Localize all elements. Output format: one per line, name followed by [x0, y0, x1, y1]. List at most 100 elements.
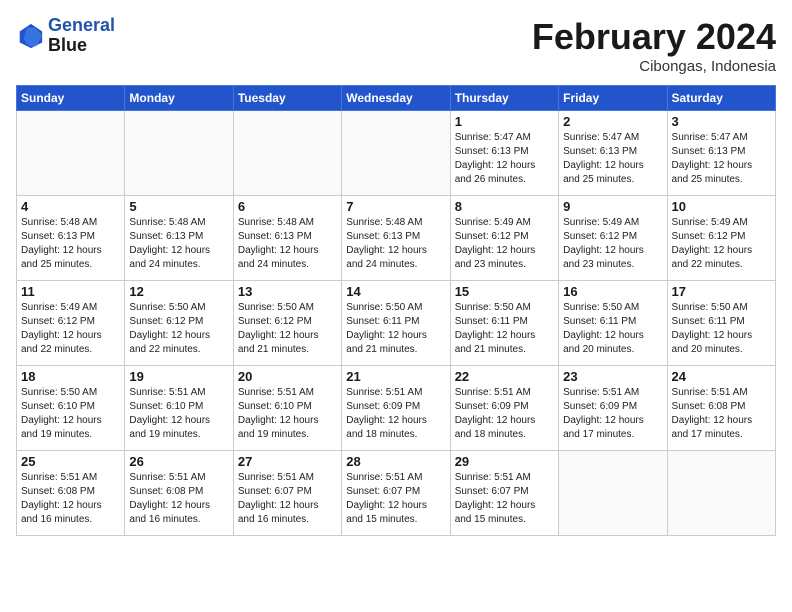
logo-text: General Blue	[48, 16, 115, 56]
location-subtitle: Cibongas, Indonesia	[532, 58, 776, 75]
calendar-cell: 26 Sunrise: 5:51 AM Sunset: 6:08 PM Dayli…	[125, 451, 233, 536]
calendar-cell: 5Sunrise: 5:48 AM Sunset: 6:13 PM Daylig…	[125, 196, 233, 281]
calendar-cell: 15 Sunrise: 5:50 AM Sunset: 6:11 PM Dayli…	[450, 281, 558, 366]
day-number: 28	[346, 454, 445, 469]
day-info: Sunrise: 5:48 AM Sunset: 6:13 PM Dayligh…	[346, 216, 445, 272]
day-number: 4	[21, 199, 120, 214]
day-info: Sunrise: 5:49 AM Sunset: 6:12 PM Dayligh…	[455, 216, 554, 272]
day-number: 5	[129, 199, 228, 214]
calendar-cell: 7 Sunrise: 5:48 AM Sunset: 6:13 PM Daylig…	[342, 196, 450, 281]
day-info: Sunrise: 5:51 AM Sunset: 6:07 PM Dayligh…	[346, 471, 445, 527]
day-info: Sunrise: 5:47 AM Sunset: 6:13 PM Dayligh…	[455, 131, 554, 187]
day-info: Sunrise: 5:51 AM Sunset: 6:09 PM Dayligh…	[455, 386, 554, 442]
day-number: 29	[455, 454, 554, 469]
day-info: Sunrise: 5:50 AM Sunset: 6:11 PM Dayligh…	[346, 301, 445, 357]
day-number: 9	[563, 199, 662, 214]
day-info: Sunrise: 5:51 AM Sunset: 6:07 PM Dayligh…	[455, 471, 554, 527]
calendar-cell: 20 Sunrise: 5:51 AM Sunset: 6:10 PM Dayli…	[233, 366, 341, 451]
calendar-cell: 1Sunrise: 5:47 AM Sunset: 6:13 PM Daylig…	[450, 111, 558, 196]
day-info: Sunrise: 5:48 AM Sunset: 6:13 PM Dayligh…	[21, 216, 120, 272]
calendar-cell: 9 Sunrise: 5:49 AM Sunset: 6:12 PM Daylig…	[559, 196, 667, 281]
day-number: 12	[129, 284, 228, 299]
day-number: 15	[455, 284, 554, 299]
month-year-title: February 2024	[532, 16, 776, 58]
day-info: Sunrise: 5:50 AM Sunset: 6:11 PM Dayligh…	[563, 301, 662, 357]
calendar-cell: 25Sunrise: 5:51 AM Sunset: 6:08 PM Dayli…	[17, 451, 125, 536]
calendar-cell: 2 Sunrise: 5:47 AM Sunset: 6:13 PM Daylig…	[559, 111, 667, 196]
calendar-cell: 22 Sunrise: 5:51 AM Sunset: 6:09 PM Dayli…	[450, 366, 558, 451]
day-info: Sunrise: 5:49 AM Sunset: 6:12 PM Dayligh…	[21, 301, 120, 357]
calendar-cell: 13Sunrise: 5:50 AM Sunset: 6:12 PM Dayli…	[233, 281, 341, 366]
day-number: 26	[129, 454, 228, 469]
day-info: Sunrise: 5:51 AM Sunset: 6:09 PM Dayligh…	[563, 386, 662, 442]
calendar-cell: 23 Sunrise: 5:51 AM Sunset: 6:09 PM Dayli…	[559, 366, 667, 451]
day-info: Sunrise: 5:49 AM Sunset: 6:12 PM Dayligh…	[563, 216, 662, 272]
day-info: Sunrise: 5:51 AM Sunset: 6:08 PM Dayligh…	[672, 386, 771, 442]
day-number: 23	[563, 369, 662, 384]
calendar-cell: 11 Sunrise: 5:49 AM Sunset: 6:12 PM Dayli…	[17, 281, 125, 366]
day-info: Sunrise: 5:48 AM Sunset: 6:13 PM Dayligh…	[238, 216, 337, 272]
day-number: 6	[238, 199, 337, 214]
day-info: Sunrise: 5:50 AM Sunset: 6:11 PM Dayligh…	[455, 301, 554, 357]
day-info: Sunrise: 5:47 AM Sunset: 6:13 PM Dayligh…	[672, 131, 771, 187]
title-area: February 2024 Cibongas, Indonesia	[532, 16, 776, 75]
day-number: 27	[238, 454, 337, 469]
day-info: Sunrise: 5:51 AM Sunset: 6:09 PM Dayligh…	[346, 386, 445, 442]
calendar-week-row: 11 Sunrise: 5:49 AM Sunset: 6:12 PM Dayli…	[17, 281, 776, 366]
calendar-cell: 14 Sunrise: 5:50 AM Sunset: 6:11 PM Dayli…	[342, 281, 450, 366]
day-number: 14	[346, 284, 445, 299]
day-info: Sunrise: 5:47 AM Sunset: 6:13 PM Dayligh…	[563, 131, 662, 187]
weekday-header: Sunday	[17, 86, 125, 111]
weekday-header: Wednesday	[342, 86, 450, 111]
weekday-header: Saturday	[667, 86, 775, 111]
calendar-cell: 19 Sunrise: 5:51 AM Sunset: 6:10 PM Dayli…	[125, 366, 233, 451]
day-number: 22	[455, 369, 554, 384]
calendar-cell: 6 Sunrise: 5:48 AM Sunset: 6:13 PM Daylig…	[233, 196, 341, 281]
weekday-header: Thursday	[450, 86, 558, 111]
calendar-cell: 16 Sunrise: 5:50 AM Sunset: 6:11 PM Dayli…	[559, 281, 667, 366]
day-info: Sunrise: 5:50 AM Sunset: 6:12 PM Dayligh…	[238, 301, 337, 357]
day-number: 21	[346, 369, 445, 384]
calendar-week-row: 25Sunrise: 5:51 AM Sunset: 6:08 PM Dayli…	[17, 451, 776, 536]
day-number: 10	[672, 199, 771, 214]
calendar-week-row: 1Sunrise: 5:47 AM Sunset: 6:13 PM Daylig…	[17, 111, 776, 196]
day-info: Sunrise: 5:51 AM Sunset: 6:08 PM Dayligh…	[129, 471, 228, 527]
calendar-cell	[125, 111, 233, 196]
day-info: Sunrise: 5:50 AM Sunset: 6:12 PM Dayligh…	[129, 301, 228, 357]
day-number: 8	[455, 199, 554, 214]
calendar-header-row: SundayMondayTuesdayWednesdayThursdayFrid…	[17, 86, 776, 111]
calendar-cell: 24 Sunrise: 5:51 AM Sunset: 6:08 PM Dayli…	[667, 366, 775, 451]
weekday-header: Monday	[125, 86, 233, 111]
calendar-week-row: 4 Sunrise: 5:48 AM Sunset: 6:13 PM Daylig…	[17, 196, 776, 281]
day-info: Sunrise: 5:49 AM Sunset: 6:12 PM Dayligh…	[672, 216, 771, 272]
page-header: General Blue February 2024 Cibongas, Ind…	[16, 16, 776, 75]
day-number: 3	[672, 114, 771, 129]
day-number: 2	[563, 114, 662, 129]
day-info: Sunrise: 5:50 AM Sunset: 6:10 PM Dayligh…	[21, 386, 120, 442]
logo-icon	[16, 22, 44, 50]
day-number: 11	[21, 284, 120, 299]
day-info: Sunrise: 5:51 AM Sunset: 6:07 PM Dayligh…	[238, 471, 337, 527]
calendar-cell: 12 Sunrise: 5:50 AM Sunset: 6:12 PM Dayli…	[125, 281, 233, 366]
logo: General Blue	[16, 16, 115, 56]
day-info: Sunrise: 5:50 AM Sunset: 6:11 PM Dayligh…	[672, 301, 771, 357]
day-info: Sunrise: 5:51 AM Sunset: 6:10 PM Dayligh…	[129, 386, 228, 442]
calendar-cell: 18Sunrise: 5:50 AM Sunset: 6:10 PM Dayli…	[17, 366, 125, 451]
day-number: 16	[563, 284, 662, 299]
day-info: Sunrise: 5:51 AM Sunset: 6:08 PM Dayligh…	[21, 471, 120, 527]
day-number: 19	[129, 369, 228, 384]
calendar-cell: 10 Sunrise: 5:49 AM Sunset: 6:12 PM Dayli…	[667, 196, 775, 281]
calendar-cell: 17 Sunrise: 5:50 AM Sunset: 6:11 PM Dayli…	[667, 281, 775, 366]
calendar-cell: 28 Sunrise: 5:51 AM Sunset: 6:07 PM Dayli…	[342, 451, 450, 536]
weekday-header: Friday	[559, 86, 667, 111]
calendar-cell: 3 Sunrise: 5:47 AM Sunset: 6:13 PM Daylig…	[667, 111, 775, 196]
day-number: 20	[238, 369, 337, 384]
calendar-cell: 4 Sunrise: 5:48 AM Sunset: 6:13 PM Daylig…	[17, 196, 125, 281]
day-info: Sunrise: 5:51 AM Sunset: 6:10 PM Dayligh…	[238, 386, 337, 442]
day-number: 24	[672, 369, 771, 384]
weekday-header: Tuesday	[233, 86, 341, 111]
calendar-cell	[342, 111, 450, 196]
day-number: 17	[672, 284, 771, 299]
calendar-cell	[559, 451, 667, 536]
day-number: 7	[346, 199, 445, 214]
